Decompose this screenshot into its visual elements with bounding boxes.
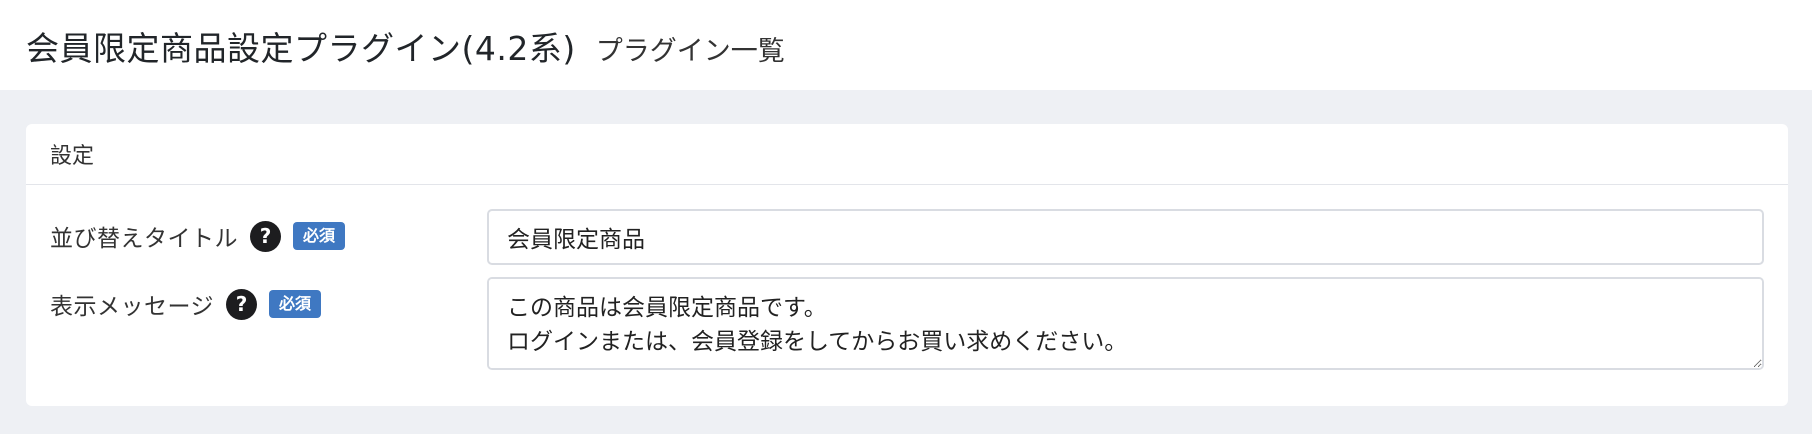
message-label-group: 表示メッセージ ? 必須 [50,277,487,321]
required-badge: 必須 [293,222,346,250]
sort-title-label-group: 並び替えタイトル ? 必須 [50,209,487,253]
plugin-list-link[interactable]: プラグイン一覧 [596,29,785,68]
question-circle-icon[interactable]: ? [226,288,258,320]
settings-card: 設定 並び替えタイトル ? 必須 表示メッセージ ? 必須 この商品は会員限定商… [26,124,1788,406]
sort-title-input[interactable] [487,209,1764,265]
sort-title-label: 並び替えタイトル [50,226,238,252]
card-body: 並び替えタイトル ? 必須 表示メッセージ ? 必須 この商品は会員限定商品です… [26,185,1788,370]
card-header: 設定 [26,124,1788,185]
card-title: 設定 [50,144,95,169]
message-row: 表示メッセージ ? 必須 この商品は会員限定商品です。 ログインまたは、会員登録… [50,277,1764,370]
question-circle-icon[interactable]: ? [250,220,281,252]
page-header: 会員限定商品設定プラグイン(4.2系) プラグイン一覧 [0,0,1812,90]
sort-title-row: 並び替えタイトル ? 必須 [50,209,1764,265]
required-badge: 必須 [269,290,322,318]
message-label: 表示メッセージ [50,294,215,320]
message-textarea[interactable]: この商品は会員限定商品です。 ログインまたは、会員登録をしてからお買い求めくださ… [487,277,1764,370]
page-title: 会員限定商品設定プラグイン(4.2系) [26,29,576,68]
